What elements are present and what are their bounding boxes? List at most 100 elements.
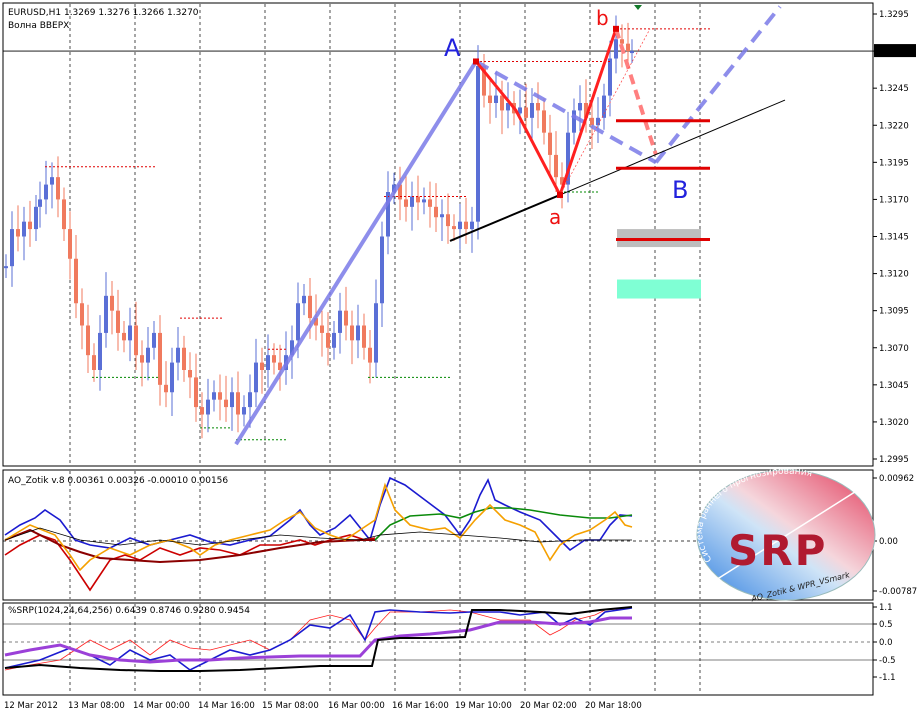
candle-body (176, 347, 180, 363)
candle-body (302, 295, 306, 304)
price-tick-label: 1.3220 (879, 121, 909, 131)
candle-body (344, 310, 348, 326)
candle-body (470, 221, 474, 230)
candle-body (242, 407, 246, 415)
wave-label-B: B (672, 176, 688, 204)
ao-tick-label: 0.00 (879, 537, 898, 547)
candle-body (266, 355, 270, 370)
candle-body (98, 332, 102, 370)
price-tick-label: 1.3245 (879, 84, 909, 94)
srp-tick-label: -1.1 (879, 673, 896, 683)
srp-panel-title: %SRP(1024,24,64,256) 0.6439 0.8746 0.928… (8, 606, 250, 616)
candle-body (206, 399, 210, 415)
candle-body (188, 370, 192, 378)
candle-body (404, 199, 408, 207)
candle-body (236, 392, 240, 415)
candle-body (260, 362, 264, 370)
candle-body (332, 332, 336, 348)
candle-body (22, 221, 26, 237)
price-tick-label: 1.3095 (879, 307, 909, 317)
candle-body (590, 117, 594, 126)
candle-body (254, 362, 258, 393)
candle-body (422, 199, 426, 203)
candle-body (434, 206, 438, 218)
wave-label-a: a (549, 205, 561, 229)
indicator-name: Волна ВВЕРХ (8, 21, 69, 31)
candle-body (152, 332, 156, 348)
candle-body (620, 39, 624, 44)
wave-label-b: b (596, 6, 609, 30)
candle-body (110, 295, 114, 311)
candle-body (296, 303, 300, 341)
ao-tick-label: 0.00962 (879, 474, 914, 484)
pivot-marker (613, 25, 619, 32)
candle-body (170, 362, 174, 393)
candle-body (44, 184, 48, 200)
candle-body (128, 325, 132, 341)
price-tick-label: 1.3070 (879, 344, 909, 354)
ao-tick-label: -0.00787 (879, 587, 917, 597)
candle-body (458, 221, 462, 230)
candle-body (630, 51, 634, 54)
candle-body (16, 229, 20, 237)
price-tick-label: 1.3020 (879, 418, 909, 428)
candle-body (104, 295, 108, 333)
candle-body (38, 199, 42, 207)
candle-body (10, 229, 14, 267)
candle-body (572, 110, 576, 133)
candle-body (416, 196, 420, 203)
candle-body (338, 310, 342, 333)
srp-tick-label: -0.5 (879, 656, 896, 666)
candle-body (140, 355, 144, 363)
candle-body (554, 154, 558, 178)
candle-body (446, 214, 450, 227)
price-tick-label: 1.3045 (879, 381, 909, 391)
candle-body (62, 199, 66, 230)
wave-label-A: A (444, 34, 461, 62)
candle-body (440, 214, 444, 218)
time-label: 14 Mar 16:00 (198, 701, 255, 711)
candle-body (224, 399, 228, 408)
candle-body (308, 295, 312, 319)
candle-body (350, 325, 354, 341)
trading-chart[interactable]: EURUSD,H1 1.3269 1.3276 1.3266 1.3270 Во… (0, 0, 918, 715)
candle-body (272, 355, 276, 363)
candle-body (356, 325, 360, 341)
pivot-marker (473, 58, 479, 65)
candle-body (368, 347, 372, 363)
time-label: 15 Mar 08:00 (262, 701, 319, 711)
candle-body (86, 325, 90, 356)
price-tick-label: 1.3120 (879, 270, 909, 280)
candle-body (614, 39, 618, 59)
srp-tick-label: 1.1 (879, 603, 893, 613)
time-label: 20 Mar 18:00 (585, 701, 642, 711)
candle-body (230, 392, 234, 408)
main-panel-frame (2, 2, 874, 467)
price-tick-label: 1.2995 (879, 455, 909, 465)
candle-body (80, 303, 84, 326)
price-tick-label: 1.3145 (879, 233, 909, 243)
time-label: 16 Mar 16:00 (392, 701, 449, 711)
candle-body (68, 229, 72, 259)
candle-body (164, 384, 168, 393)
candle-body (158, 332, 162, 385)
candle-body (122, 332, 126, 341)
ao-panel-title: AO_Zotik v.8 0.00361 0.00326 -0.00010 0.… (8, 476, 228, 486)
candle-body (146, 347, 150, 363)
candle-body (536, 103, 540, 111)
time-label: 13 Mar 08:00 (68, 701, 125, 711)
candle-body (34, 206, 38, 230)
zone-aqua (617, 279, 701, 299)
candle-body (428, 199, 432, 207)
candle-body (380, 236, 384, 304)
time-label: 16 Mar 00:00 (328, 701, 385, 711)
candle-body (74, 258, 78, 304)
candle-body (500, 95, 504, 111)
candle-body (410, 196, 414, 207)
price-tick-label: 1.3170 (879, 195, 909, 205)
candle-body (464, 221, 468, 230)
candle-body (608, 58, 612, 96)
candle-body (326, 332, 330, 348)
candle-body (116, 310, 120, 333)
candle-body (248, 392, 252, 408)
